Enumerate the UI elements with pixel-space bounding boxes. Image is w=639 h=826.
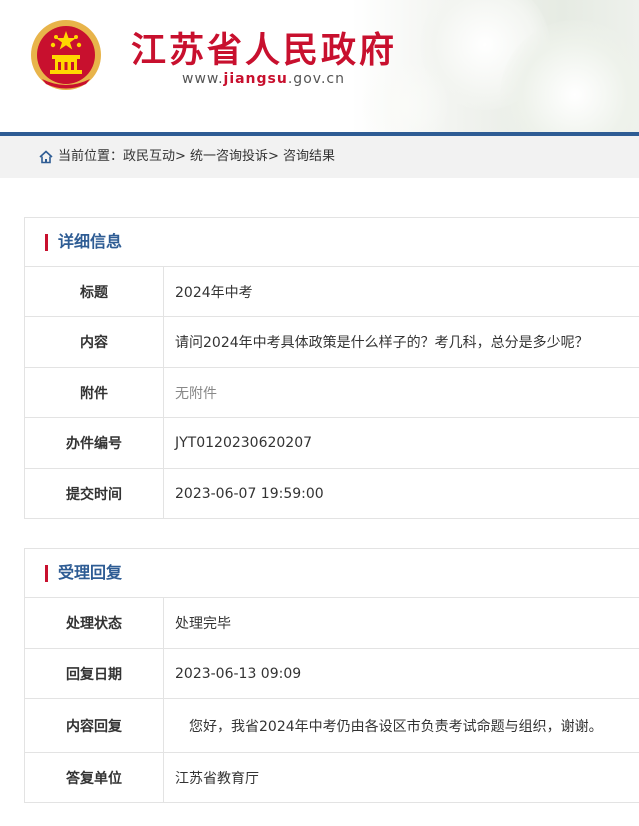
row-value: 2024年中考 <box>175 284 253 301</box>
detail-row-attachment: 附件 无附件 <box>25 368 639 418</box>
breadcrumb-text[interactable]: 当前位置：政民互动> 统一咨询投诉> 咨询结果 <box>58 136 335 178</box>
row-label: 内容回复 <box>25 699 164 752</box>
row-value: 2023-06-07 19:59:00 <box>175 485 324 502</box>
row-label: 内容 <box>25 317 164 367</box>
detail-row-content: 内容 请问2024年中考具体政策是什么样子的？考几科，总分是多少呢？ <box>25 317 639 368</box>
url-main: jiangsu <box>223 71 288 87</box>
reply-row-unit: 答复单位 江苏省教育厅 <box>25 753 639 802</box>
section-marker <box>45 234 48 251</box>
site-url[interactable]: www.jiangsu.gov.cn <box>182 71 345 87</box>
row-label: 附件 <box>25 368 164 417</box>
detail-row-case-number: 办件编号 JYT0120230620207 <box>25 418 639 469</box>
row-label: 办件编号 <box>25 418 164 468</box>
site-title: 江苏省人民政府 <box>131 30 398 71</box>
reply-panel: 受理回复 处理状态 处理完毕 回复日期 2023-06-13 09:09 内容回… <box>24 548 639 803</box>
row-label: 提交时间 <box>25 469 164 518</box>
detail-panel-header: 详细信息 <box>25 218 639 267</box>
row-value: 您好，我省2024年中考仍由各设区市负责考试命题与组织，谢谢。 <box>175 718 603 735</box>
breadcrumb: 当前位置：政民互动> 统一咨询投诉> 咨询结果 <box>0 136 639 178</box>
site-header: 江苏省人民政府 www.jiangsu.gov.cn <box>0 0 639 132</box>
row-value: 处理完毕 <box>175 616 231 632</box>
row-label: 回复日期 <box>25 649 164 698</box>
row-value: 请问2024年中考具体政策是什么样子的？考几科，总分是多少呢？ <box>175 335 589 351</box>
row-value: 2023-06-13 09:09 <box>175 665 302 682</box>
home-icon <box>39 150 53 164</box>
row-value: 江苏省教育厅 <box>175 770 259 787</box>
detail-row-submit-time: 提交时间 2023-06-07 19:59:00 <box>25 469 639 518</box>
row-label: 标题 <box>25 267 164 316</box>
reply-panel-title: 受理回复 <box>58 563 123 582</box>
row-label: 处理状态 <box>25 598 164 648</box>
detail-row-title: 标题 2024年中考 <box>25 267 639 317</box>
detail-panel-title: 详细信息 <box>58 232 123 251</box>
reply-row-status: 处理状态 处理完毕 <box>25 598 639 649</box>
row-value: JYT0120230620207 <box>175 435 313 451</box>
row-value: 无附件 <box>175 385 217 402</box>
reply-row-date: 回复日期 2023-06-13 09:09 <box>25 649 639 699</box>
reply-panel-header: 受理回复 <box>25 549 639 598</box>
detail-panel: 详细信息 标题 2024年中考 内容 请问2024年中考具体政策是什么样子的？考… <box>24 217 639 519</box>
section-marker <box>45 565 48 582</box>
reply-row-content: 内容回复 您好，我省2024年中考仍由各设区市负责考试命题与组织，谢谢。 <box>25 699 639 753</box>
url-prefix: www. <box>182 71 224 87</box>
national-emblem-icon <box>31 20 101 90</box>
url-suffix: .gov.cn <box>287 71 345 87</box>
row-label: 答复单位 <box>25 753 164 802</box>
